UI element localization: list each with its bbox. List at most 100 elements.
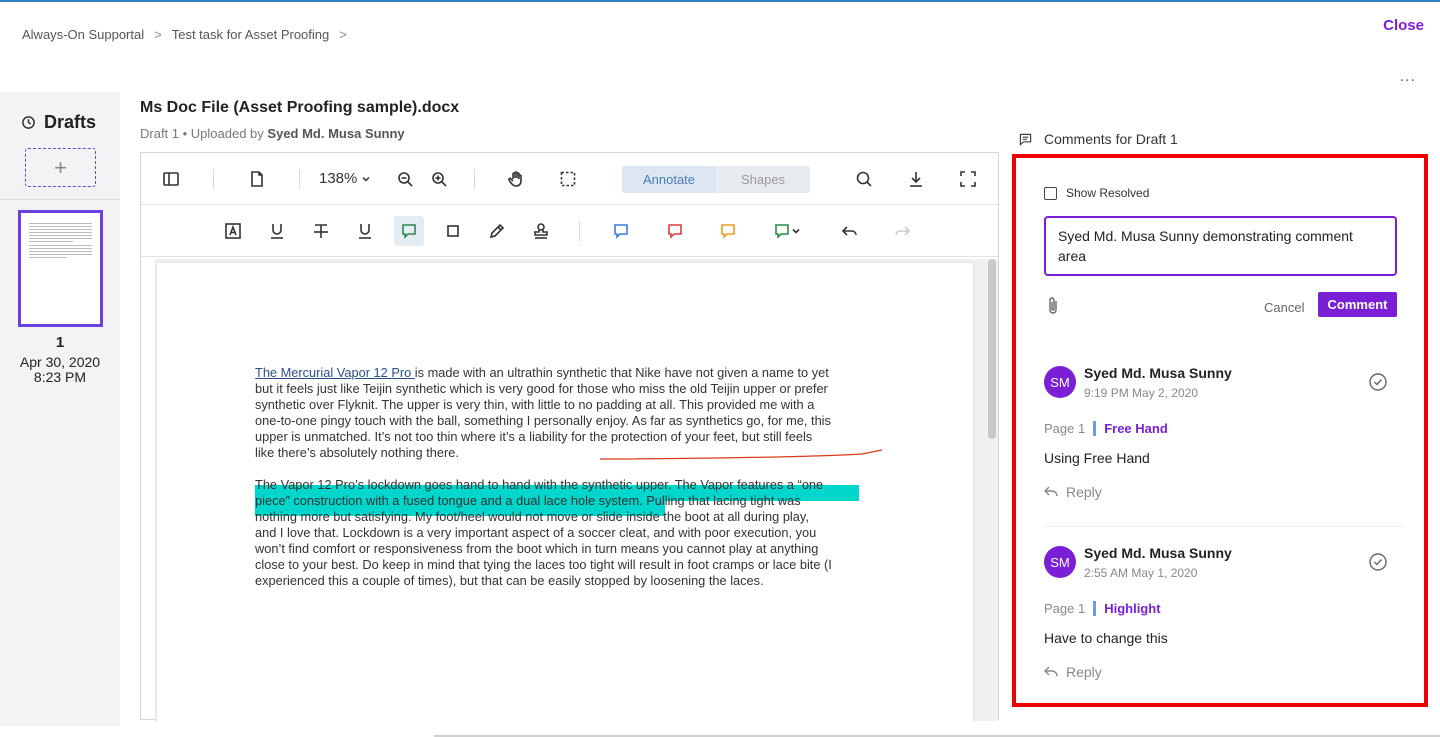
document-viewer: 138% Annotate Shapes The Mercurial Vapor… [140,152,999,721]
document-link[interactable]: The Mercurial Vapor 12 Pro [255,365,415,380]
reply-button[interactable]: Reply [1044,664,1102,680]
avatar: SM [1044,546,1076,578]
breadcrumb-item-task[interactable]: Test task for Asset Proofing [172,27,330,42]
main-toolbar: 138% Annotate Shapes [141,153,998,205]
comment-author: Syed Md. Musa Sunny [1084,545,1232,561]
paragraph-line: upper is unmatched. It’s not too thin wh… [255,429,813,444]
select-area-icon[interactable] [553,164,583,194]
annotation-toolbar [141,205,998,257]
zoom-out-icon[interactable] [390,164,420,194]
green-note-dropdown-icon[interactable] [765,216,809,246]
document-subtitle: Draft 1 • Uploaded by Syed Md. Musa Sunn… [140,126,405,141]
more-options-icon[interactable]: ... [1400,68,1416,86]
text-box-icon[interactable] [218,216,248,246]
tab-annotate[interactable]: Annotate [622,166,716,193]
page-area[interactable]: The Mercurial Vapor 12 Pro is made with … [155,259,998,721]
comments-heading: Comments for Draft 1 [1044,131,1178,147]
comment-page: Page 1 [1044,601,1086,616]
stamp-icon[interactable] [526,216,556,246]
strikethrough-icon[interactable] [306,216,336,246]
zoom-select[interactable]: 138% [319,170,371,187]
draft-date: Apr 30, 2020 8:23 PM [0,355,120,385]
breadcrumb-item-project[interactable]: Always-On Supportal [22,27,144,42]
search-icon[interactable] [849,164,879,194]
page-icon[interactable] [242,164,272,194]
paragraph-line: but it feels just like Teijin synthetic … [255,381,828,396]
comment-meta: Page 1 Free Hand [1044,421,1168,436]
comment-text: Have to change this [1044,630,1168,646]
paragraph-line: piece” construction with a fused tongue … [255,493,801,508]
document-page[interactable]: The Mercurial Vapor 12 Pro is made with … [157,263,973,721]
fullscreen-icon[interactable] [953,164,983,194]
draft-thumbnail[interactable] [18,210,103,327]
tab-shapes[interactable]: Shapes [716,166,810,193]
zoom-value: 138% [319,170,358,187]
draft-info: Draft 1 • Uploaded by [140,126,264,141]
breadcrumb-separator-icon: > [154,27,162,42]
zoom-in-icon[interactable] [424,164,454,194]
chevron-down-icon [362,176,370,182]
reply-label: Reply [1066,664,1102,680]
paragraph-line: won’t find comfort or responsiveness fro… [255,541,819,556]
paragraph-line: experienced this a couple of times), but… [255,573,764,588]
pan-hand-icon[interactable] [501,164,531,194]
paragraph-line: and I love that. Lockdown is a very impo… [255,525,817,540]
blue-note-icon[interactable] [606,216,636,246]
paragraph-line: like there’s absolutely nothing there. [255,445,459,460]
comment-text: Using Free Hand [1044,450,1150,466]
draft-date-time: 8:23 PM [33,369,87,385]
uploader-name: Syed Md. Musa Sunny [267,126,405,141]
reply-icon [1044,666,1058,677]
orange-note-icon[interactable] [713,216,743,246]
drafts-heading: Drafts [21,112,96,133]
paragraph-line: close to your best. Do keep in mind that… [255,557,832,572]
squiggly-underline-icon[interactable] [350,216,380,246]
paragraph-line: is made with an ultrathin synthetic that… [414,365,829,380]
comments-icon [1019,133,1032,146]
breadcrumb-separator-icon: > [339,27,347,42]
comment-note-icon[interactable] [394,216,424,246]
redo-icon[interactable] [887,216,917,246]
comment-time: 2:55 AM May 1, 2020 [1084,566,1198,580]
mode-toggle: Annotate Shapes [622,166,810,193]
comment-input[interactable]: Syed Md. Musa Sunny demonstrating commen… [1044,216,1397,276]
comments-header: Comments for Draft 1 [1019,131,1178,147]
paragraph-2: The Vapor 12 Pro’s lockdown goes hand to… [255,477,875,589]
resolve-check-icon[interactable] [1368,372,1388,392]
undo-icon[interactable] [835,216,865,246]
comment-author: Syed Md. Musa Sunny [1084,365,1232,381]
pencil-icon[interactable] [482,216,512,246]
vertical-scrollbar[interactable] [988,259,996,439]
comment-meta: Page 1 Highlight [1044,601,1161,616]
annotation-type[interactable]: Highlight [1104,601,1160,616]
sidebar-toggle-icon[interactable] [156,164,186,194]
submit-comment-button[interactable]: Comment [1318,292,1397,317]
drafts-title: Drafts [44,112,97,132]
add-draft-button[interactable]: + [25,148,96,187]
top-bar: Always-On Supportal > Test task for Asse… [0,2,1440,62]
history-icon [22,116,35,129]
resolve-check-icon[interactable] [1368,552,1388,572]
paragraph-line: one-to-one pingy touch with the ball, so… [255,413,831,428]
avatar: SM [1044,366,1076,398]
download-icon[interactable] [901,164,931,194]
reply-button[interactable]: Reply [1044,484,1102,500]
paragraph-line: synthetic over Flyknit. The upper is ver… [255,397,815,412]
breadcrumb: Always-On Supportal > Test task for Asse… [22,27,347,42]
cancel-button[interactable]: Cancel [1264,300,1304,315]
show-resolved-label: Show Resolved [1066,186,1150,200]
red-note-icon[interactable] [660,216,690,246]
drafts-sidebar: Drafts + 1 Apr 30, 2020 8:23 PM [0,92,120,726]
reply-icon [1044,486,1058,497]
close-button[interactable]: Close [1383,17,1424,34]
attachment-icon[interactable] [1046,296,1062,316]
rectangle-icon[interactable] [438,216,468,246]
show-resolved-checkbox[interactable] [1044,186,1057,200]
annotation-type[interactable]: Free Hand [1104,421,1168,436]
underline-icon[interactable] [262,216,292,246]
comments-panel: Show Resolved Syed Md. Musa Sunny demons… [1012,154,1428,707]
reply-label: Reply [1066,484,1102,500]
show-resolved-toggle[interactable]: Show Resolved [1044,186,1149,200]
paragraph-line: nothing more but satisfying. My foot/hee… [255,509,809,524]
draft-number: 1 [55,334,65,351]
